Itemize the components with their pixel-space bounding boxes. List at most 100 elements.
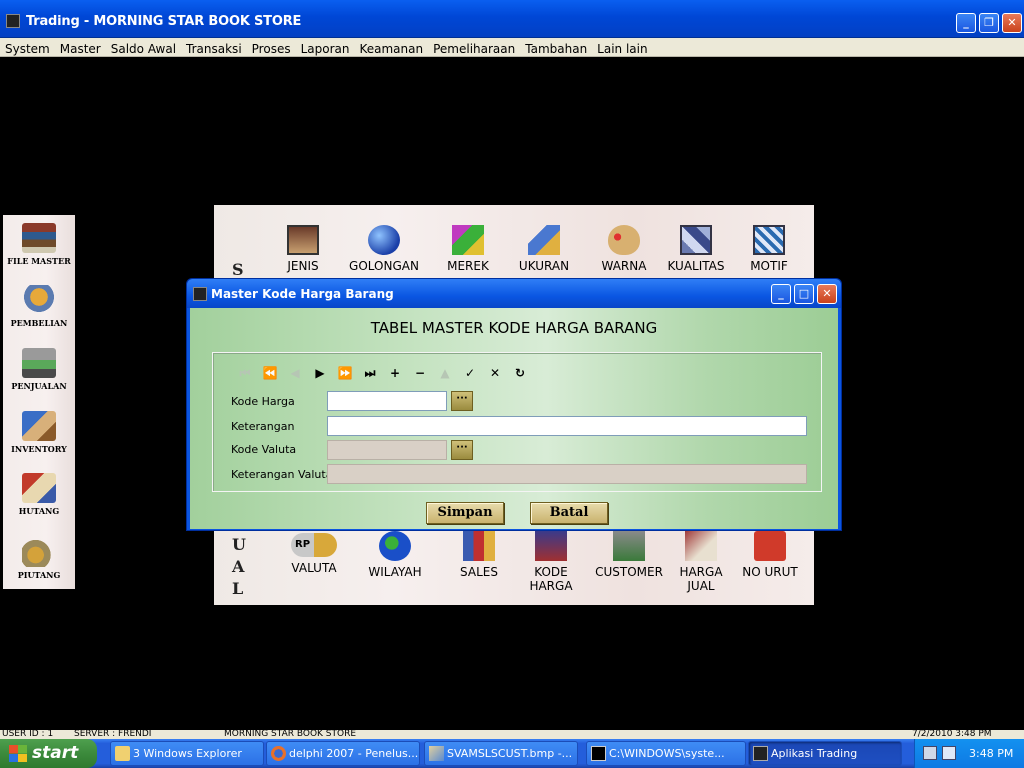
menu-label: MEREK xyxy=(447,259,489,273)
module-penjualan[interactable]: PENJUALAN xyxy=(3,348,75,391)
app-icon xyxy=(753,746,768,761)
clock[interactable]: 3:48 PM xyxy=(969,747,1013,760)
taskbar-item-explorer[interactable]: 3 Windows Explorer xyxy=(110,741,264,766)
folder-icon xyxy=(115,746,130,761)
menu-master[interactable]: Master xyxy=(55,41,106,58)
price-tag-icon xyxy=(535,531,567,561)
price-list-icon xyxy=(685,531,717,561)
menu-wilayah[interactable]: WILAYAH xyxy=(360,531,430,579)
module-label: PEMBELIAN xyxy=(10,318,68,328)
module-file-master[interactable]: FILE MASTER xyxy=(3,223,75,266)
kode-valuta-input[interactable] xyxy=(327,440,447,460)
main-title-bar[interactable]: Trading - MORNING STAR BOOK STORE _ ❐ ✕ xyxy=(0,0,1024,38)
save-button[interactable]: Simpan xyxy=(426,502,504,524)
menu-ukuran[interactable]: UKURAN xyxy=(512,225,576,273)
cancel-button[interactable]: Batal xyxy=(530,502,608,524)
menu-label: GOLONGAN xyxy=(349,259,419,273)
menu-transaksi[interactable]: Transaksi xyxy=(181,41,247,58)
start-button[interactable]: start xyxy=(0,739,97,768)
menu-label: SALES xyxy=(460,565,498,579)
menu-merek[interactable]: MEREK xyxy=(438,225,498,273)
minimize-button[interactable]: _ xyxy=(771,284,791,304)
kode-valuta-lookup-button[interactable]: ··· xyxy=(451,440,473,460)
network-icon[interactable] xyxy=(923,746,937,760)
next-icon[interactable]: ▶ xyxy=(310,365,330,381)
menu-bar: System Master Saldo Awal Transaksi Proses Lap… xyxy=(0,38,1024,57)
menu-proses[interactable]: Proses xyxy=(247,41,296,58)
firefox-icon xyxy=(271,746,286,761)
module-pembelian[interactable]: PEMBELIAN xyxy=(3,285,75,328)
menu-label: MOTIF xyxy=(750,259,788,273)
module-piutang[interactable]: PIUTANG xyxy=(3,537,75,580)
menu-kode-harga[interactable]: KODE HARGA xyxy=(520,531,582,593)
kode-harga-label: Kode Harga xyxy=(231,395,295,408)
next-page-icon[interactable]: ⏩ xyxy=(335,365,355,381)
menu-customer[interactable]: CUSTOMER xyxy=(588,531,670,579)
first-icon[interactable]: ⏮ xyxy=(235,365,255,381)
menu-golongan[interactable]: GOLONGAN xyxy=(344,225,424,273)
cancel-icon[interactable]: ✕ xyxy=(485,365,505,381)
module-inventory[interactable]: INVENTORY xyxy=(3,411,75,454)
menu-lain-lain[interactable]: Lain lain xyxy=(592,41,652,58)
kode-harga-lookup-button[interactable]: ··· xyxy=(451,391,473,411)
menu-label: VALUTA xyxy=(291,561,337,575)
keterangan-input[interactable] xyxy=(327,416,807,436)
menu-jenis[interactable]: JENIS xyxy=(276,225,330,273)
menu-system[interactable]: System xyxy=(0,41,55,58)
taskbar: start 3 Windows Explorer delphi 2007 - P… xyxy=(0,739,1024,768)
network-activity-icon[interactable] xyxy=(942,746,956,760)
taskbar-item-aplikasi-trading[interactable]: Aplikasi Trading xyxy=(748,741,902,766)
kode-harga-input[interactable] xyxy=(327,391,447,411)
close-button[interactable]: ✕ xyxy=(817,284,837,304)
hutang-ledger-icon xyxy=(22,473,56,503)
menu-valuta[interactable]: RP VALUTA xyxy=(280,533,348,575)
prior-icon[interactable]: ◀ xyxy=(285,365,305,381)
prior-page-icon[interactable]: ⏪ xyxy=(260,365,280,381)
taskbar-label: C:\WINDOWS\syste... xyxy=(609,747,725,760)
menu-kualitas[interactable]: KUALITAS xyxy=(660,225,732,273)
delete-icon[interactable]: − xyxy=(410,365,430,381)
menu-harga-jual[interactable]: HARGA JUAL xyxy=(672,531,730,593)
menu-keamanan[interactable]: Keamanan xyxy=(354,41,428,58)
status-company: MORNING STAR BOOK STORE xyxy=(224,730,357,739)
insert-icon[interactable]: + xyxy=(385,365,405,381)
taskbar-item-firefox[interactable]: delphi 2007 - Penelus... xyxy=(266,741,420,766)
rupiah-dollar-icon: RP xyxy=(291,533,337,557)
menu-warna[interactable]: WARNA xyxy=(594,225,654,273)
dialog-title-bar[interactable]: Master Kode Harga Barang _ □ ✕ xyxy=(187,279,841,308)
side-letter: U xyxy=(232,535,246,554)
edit-icon[interactable]: ▲ xyxy=(435,365,455,381)
books-icon xyxy=(22,223,56,253)
coins-icon xyxy=(22,537,56,567)
dialog-heading: TABEL MASTER KODE HARGA BARANG xyxy=(370,319,658,337)
menu-laporan[interactable]: Laporan xyxy=(296,41,355,58)
menu-label: JENIS xyxy=(287,259,319,273)
app-icon[interactable] xyxy=(6,14,20,28)
jenis-icon xyxy=(287,225,319,255)
module-hutang[interactable]: HUTANG xyxy=(3,473,75,516)
kode-valuta-label: Kode Valuta xyxy=(231,443,297,456)
taskbar-item-paint[interactable]: SVAMSLSCUST.bmp -... xyxy=(424,741,578,766)
restore-button[interactable]: ❐ xyxy=(979,13,999,33)
post-icon[interactable]: ✓ xyxy=(460,365,480,381)
menu-sales[interactable]: SALES xyxy=(452,531,506,579)
module-label: HUTANG xyxy=(18,506,60,516)
module-label: PENJUALAN xyxy=(11,381,67,391)
side-letter: S xyxy=(232,260,244,279)
menu-motif[interactable]: MOTIF xyxy=(742,225,796,273)
refresh-icon[interactable]: ↻ xyxy=(510,365,530,381)
status-server: SERVER : FRENDI xyxy=(74,730,152,739)
globe-icon xyxy=(379,531,411,561)
menu-pemeliharaan[interactable]: Pemeliharaan xyxy=(428,41,520,58)
menu-tambahan[interactable]: Tambahan xyxy=(520,41,592,58)
minimize-button[interactable]: _ xyxy=(956,13,976,33)
customer-register-icon xyxy=(613,531,645,561)
windows-flag-icon xyxy=(9,745,27,762)
taskbar-item-cmd[interactable]: C:\WINDOWS\syste... xyxy=(586,741,746,766)
app-icon[interactable] xyxy=(193,287,207,301)
close-button[interactable]: ✕ xyxy=(1002,13,1022,33)
maximize-button[interactable]: □ xyxy=(794,284,814,304)
menu-saldo-awal[interactable]: Saldo Awal xyxy=(106,41,181,58)
menu-no-urut[interactable]: NO URUT xyxy=(738,531,802,579)
last-icon[interactable]: ⏭ xyxy=(360,365,380,381)
